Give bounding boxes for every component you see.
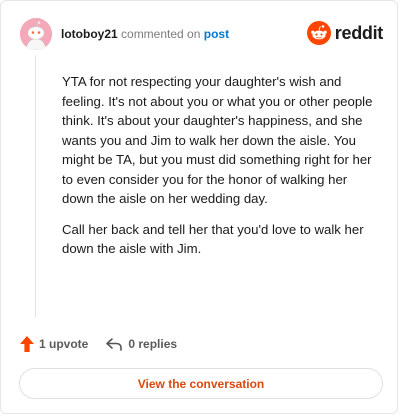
reply-count: 0 replies bbox=[128, 337, 178, 351]
comment-paragraph-2: Call her back and tell her that you'd lo… bbox=[62, 221, 364, 257]
thread-line bbox=[35, 55, 36, 317]
reply-arrow-icon[interactable] bbox=[105, 337, 123, 351]
comment-paragraph-1: YTA for not respecting your daughter's w… bbox=[62, 74, 373, 206]
user-avatar[interactable] bbox=[20, 18, 52, 50]
comment-header: lotoboy21 commented on post bbox=[61, 27, 229, 41]
reddit-brand[interactable]: reddit bbox=[306, 21, 384, 45]
commented-on-text: commented on bbox=[121, 27, 201, 41]
upvote-count: 1 upvote bbox=[39, 337, 89, 351]
snoo-avatar-icon bbox=[20, 18, 52, 50]
upvote-arrow-icon[interactable] bbox=[19, 335, 35, 353]
username-link[interactable]: lotoboy21 bbox=[61, 27, 118, 41]
reddit-logo-icon bbox=[306, 21, 331, 45]
post-link[interactable]: post bbox=[204, 27, 229, 41]
reddit-wordmark: reddit bbox=[334, 23, 384, 43]
comment-embed-card: lotoboy21 commented on post reddit YTA f… bbox=[0, 0, 398, 414]
comment-footer: 1 upvote 0 replies bbox=[19, 334, 177, 354]
view-conversation-button[interactable]: View the conversation bbox=[19, 368, 383, 399]
comment-body: YTA for not respecting your daughter's w… bbox=[62, 72, 378, 270]
